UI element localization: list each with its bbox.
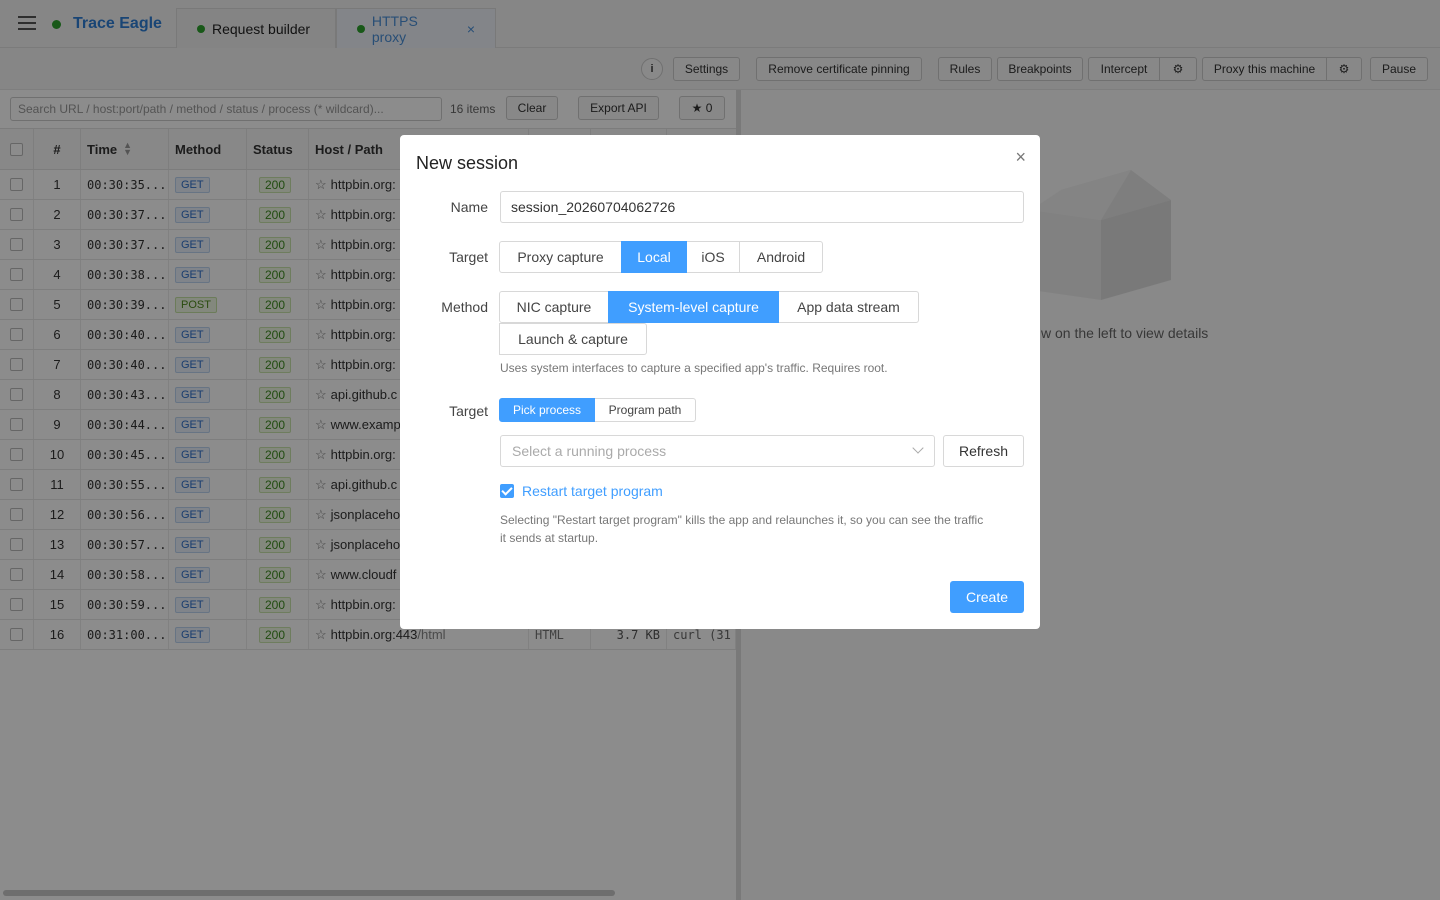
target2-option-program-path[interactable]: Program path <box>594 398 696 422</box>
chevron-down-icon <box>912 442 924 454</box>
dialog-title: New session <box>416 153 519 173</box>
target2-label: Target <box>449 403 488 419</box>
create-button[interactable]: Create <box>950 581 1024 613</box>
checkbox-checked-icon[interactable] <box>500 484 514 498</box>
method-option-launch-capture[interactable]: Launch & capture <box>499 323 647 355</box>
new-session-dialog: New session × Name session_2026070406272… <box>400 135 1040 629</box>
target-segmented: Proxy capture Local iOS Android <box>499 241 823 273</box>
method-hint: Uses system interfaces to capture a spec… <box>500 361 888 375</box>
method-segmented: NIC capture System-level capture App dat… <box>499 291 919 323</box>
method-segmented-row-2: Launch & capture <box>499 323 647 355</box>
process-select-placeholder: Select a running process <box>512 443 667 459</box>
method-option-nic-capture[interactable]: NIC capture <box>499 291 609 323</box>
session-name-input[interactable]: session_20260704062726 <box>500 191 1024 223</box>
method-label: Method <box>441 299 488 315</box>
restart-hint-line-1: Selecting "Restart target program" kills… <box>500 513 984 527</box>
restart-target-label: Restart target program <box>522 483 663 499</box>
target-label: Target <box>449 249 488 265</box>
method-option-app-data-stream[interactable]: App data stream <box>778 291 919 323</box>
target2-option-pick-process[interactable]: Pick process <box>499 398 595 422</box>
name-label: Name <box>450 199 488 215</box>
target-option-proxy-capture[interactable]: Proxy capture <box>499 241 622 273</box>
target2-segmented: Pick process Program path <box>499 398 696 422</box>
restart-target-checkbox[interactable]: Restart target program <box>500 483 663 499</box>
process-select[interactable]: Select a running process <box>500 435 935 467</box>
target-option-ios[interactable]: iOS <box>686 241 740 273</box>
target-option-local[interactable]: Local <box>621 241 687 273</box>
close-icon[interactable]: × <box>1015 147 1026 168</box>
target-option-android[interactable]: Android <box>739 241 823 273</box>
method-option-system-level-capture[interactable]: System-level capture <box>608 291 779 323</box>
restart-hint-line-2: it sends at startup. <box>500 531 599 545</box>
refresh-button[interactable]: Refresh <box>943 435 1024 467</box>
